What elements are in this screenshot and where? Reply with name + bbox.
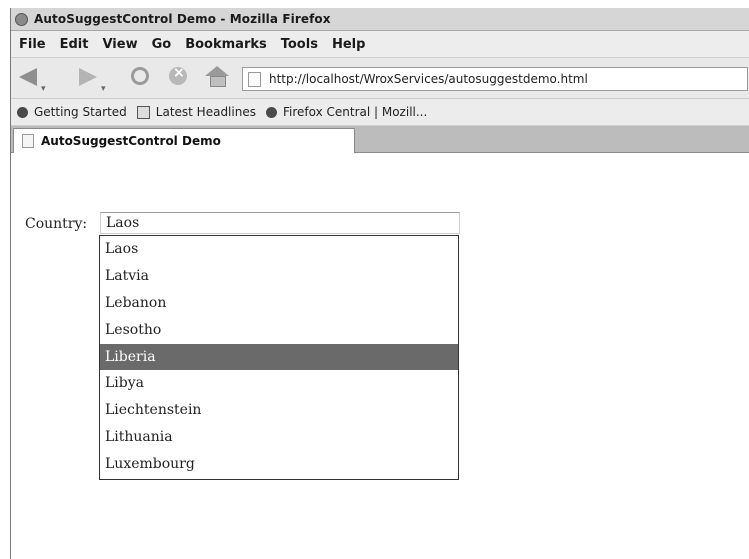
bookmark-label: Firefox Central | Mozill... xyxy=(282,105,428,119)
menu-tools[interactable]: Tools xyxy=(281,37,318,52)
menu-view[interactable]: View xyxy=(102,37,137,52)
tab-strip: AutoSuggestControl Demo xyxy=(11,126,749,153)
window-title: AutoSuggestControl Demo - Mozilla Firefo… xyxy=(34,12,331,26)
suggestion-item[interactable]: Lebanon xyxy=(100,290,458,317)
home-icon xyxy=(205,66,229,76)
forward-arrow-icon xyxy=(79,68,97,86)
reload-icon xyxy=(131,67,149,85)
stop-icon xyxy=(169,65,187,85)
suggestion-item[interactable]: Liechtenstein xyxy=(100,397,458,424)
bookmark-getting-started[interactable]: Getting Started xyxy=(17,105,127,119)
page-icon xyxy=(248,71,261,87)
suggestion-item[interactable]: Lesotho xyxy=(100,317,458,344)
menu-go[interactable]: Go xyxy=(152,37,172,52)
suggestion-item[interactable]: Laos xyxy=(100,236,458,263)
firefox-bookmark-icon xyxy=(265,106,277,118)
back-dropdown-icon[interactable]: ▾ xyxy=(41,84,46,94)
menu-edit[interactable]: Edit xyxy=(60,37,89,52)
country-input[interactable] xyxy=(100,212,460,234)
bookmark-latest-headlines[interactable]: Latest Headlines xyxy=(136,105,256,119)
bookmark-label: Latest Headlines xyxy=(155,105,256,119)
bookmark-firefox-central[interactable]: Firefox Central | Mozill... xyxy=(265,105,428,119)
back-button[interactable]: ▾ xyxy=(17,66,46,94)
address-bar[interactable]: http://localhost/WroxServices/autosugges… xyxy=(242,67,748,91)
bookmark-label: Getting Started xyxy=(34,105,127,119)
bookmarks-toolbar: Getting Started Latest Headlines Firefox… xyxy=(11,99,749,126)
page-content: Country: Laos Latvia Lebanon Lesotho Lib… xyxy=(11,153,749,559)
page-icon xyxy=(22,134,34,148)
title-bar: AutoSuggestControl Demo - Mozilla Firefo… xyxy=(11,8,749,31)
reload-button[interactable] xyxy=(131,66,153,88)
firefox-bookmark-icon xyxy=(17,106,28,118)
country-label: Country: xyxy=(25,216,88,232)
suggestion-item-selected[interactable]: Liberia xyxy=(100,343,458,371)
tab-autosuggest-demo[interactable]: AutoSuggestControl Demo xyxy=(13,128,355,153)
home-button[interactable] xyxy=(205,66,229,88)
forward-button[interactable]: ▾ xyxy=(75,66,106,94)
suggestion-item[interactable]: Libya xyxy=(100,370,458,397)
menu-help[interactable]: Help xyxy=(332,37,365,52)
suggestion-item[interactable]: Latvia xyxy=(100,263,458,290)
back-arrow-icon xyxy=(19,68,37,86)
menu-file[interactable]: File xyxy=(19,37,46,52)
forward-dropdown-icon[interactable]: ▾ xyxy=(101,84,106,94)
menu-bookmarks[interactable]: Bookmarks xyxy=(185,37,267,52)
navigation-toolbar: ▾ ▾ http://localhost/WroxServices/autosu… xyxy=(11,58,749,99)
suggestion-item[interactable]: Luxembourg xyxy=(100,451,458,478)
suggestion-list: Laos Latvia Lebanon Lesotho Liberia Liby… xyxy=(99,235,459,480)
url-text[interactable]: http://localhost/WroxServices/autosugges… xyxy=(269,72,588,86)
suggestion-item[interactable]: Lithuania xyxy=(100,424,458,451)
live-feed-icon xyxy=(136,105,150,119)
menu-bar: File Edit View Go Bookmarks Tools Help xyxy=(11,31,749,58)
stop-button[interactable] xyxy=(169,65,191,88)
browser-window: AutoSuggestControl Demo - Mozilla Firefo… xyxy=(10,8,749,559)
tab-label: AutoSuggestControl Demo xyxy=(41,134,221,148)
firefox-icon xyxy=(15,12,28,26)
